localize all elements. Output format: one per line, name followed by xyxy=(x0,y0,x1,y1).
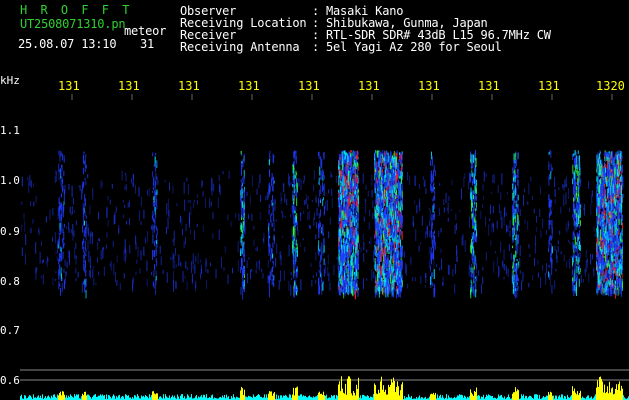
x-tick-2: 131 xyxy=(118,79,140,93)
x-tick-9: 131 xyxy=(538,79,560,93)
x-tick-5: 131 xyxy=(298,79,320,93)
spectrogram-plot xyxy=(20,94,629,400)
y-tick-1-0: 1.0 xyxy=(0,174,20,187)
x-tick-3: 131 xyxy=(178,79,200,93)
x-tick-8: 131 xyxy=(478,79,500,93)
y-tick-0-8: 0.8 xyxy=(0,275,20,288)
meteor-echoes xyxy=(21,150,624,300)
y-tick-0-6: 0.6 xyxy=(0,374,20,387)
x-tick-6: 131 xyxy=(358,79,380,93)
y-tick-1-1: 1.1 xyxy=(0,124,20,137)
x-tick-7: 131 xyxy=(418,79,440,93)
power-trace xyxy=(20,369,629,400)
tick-marks xyxy=(71,94,613,100)
y-tick-0-9: 0.9 xyxy=(0,225,20,238)
x-tick-4: 131 xyxy=(238,79,260,93)
hrofft-spectrogram-window: H R O F F T UT2508071310.pn meteor 25.08… xyxy=(0,0,629,400)
y-axis-unit: kHz xyxy=(0,74,20,87)
y-tick-0-7: 0.7 xyxy=(0,324,20,337)
x-tick-10: 1320 xyxy=(596,79,625,93)
x-tick-1: 131 xyxy=(58,79,80,93)
